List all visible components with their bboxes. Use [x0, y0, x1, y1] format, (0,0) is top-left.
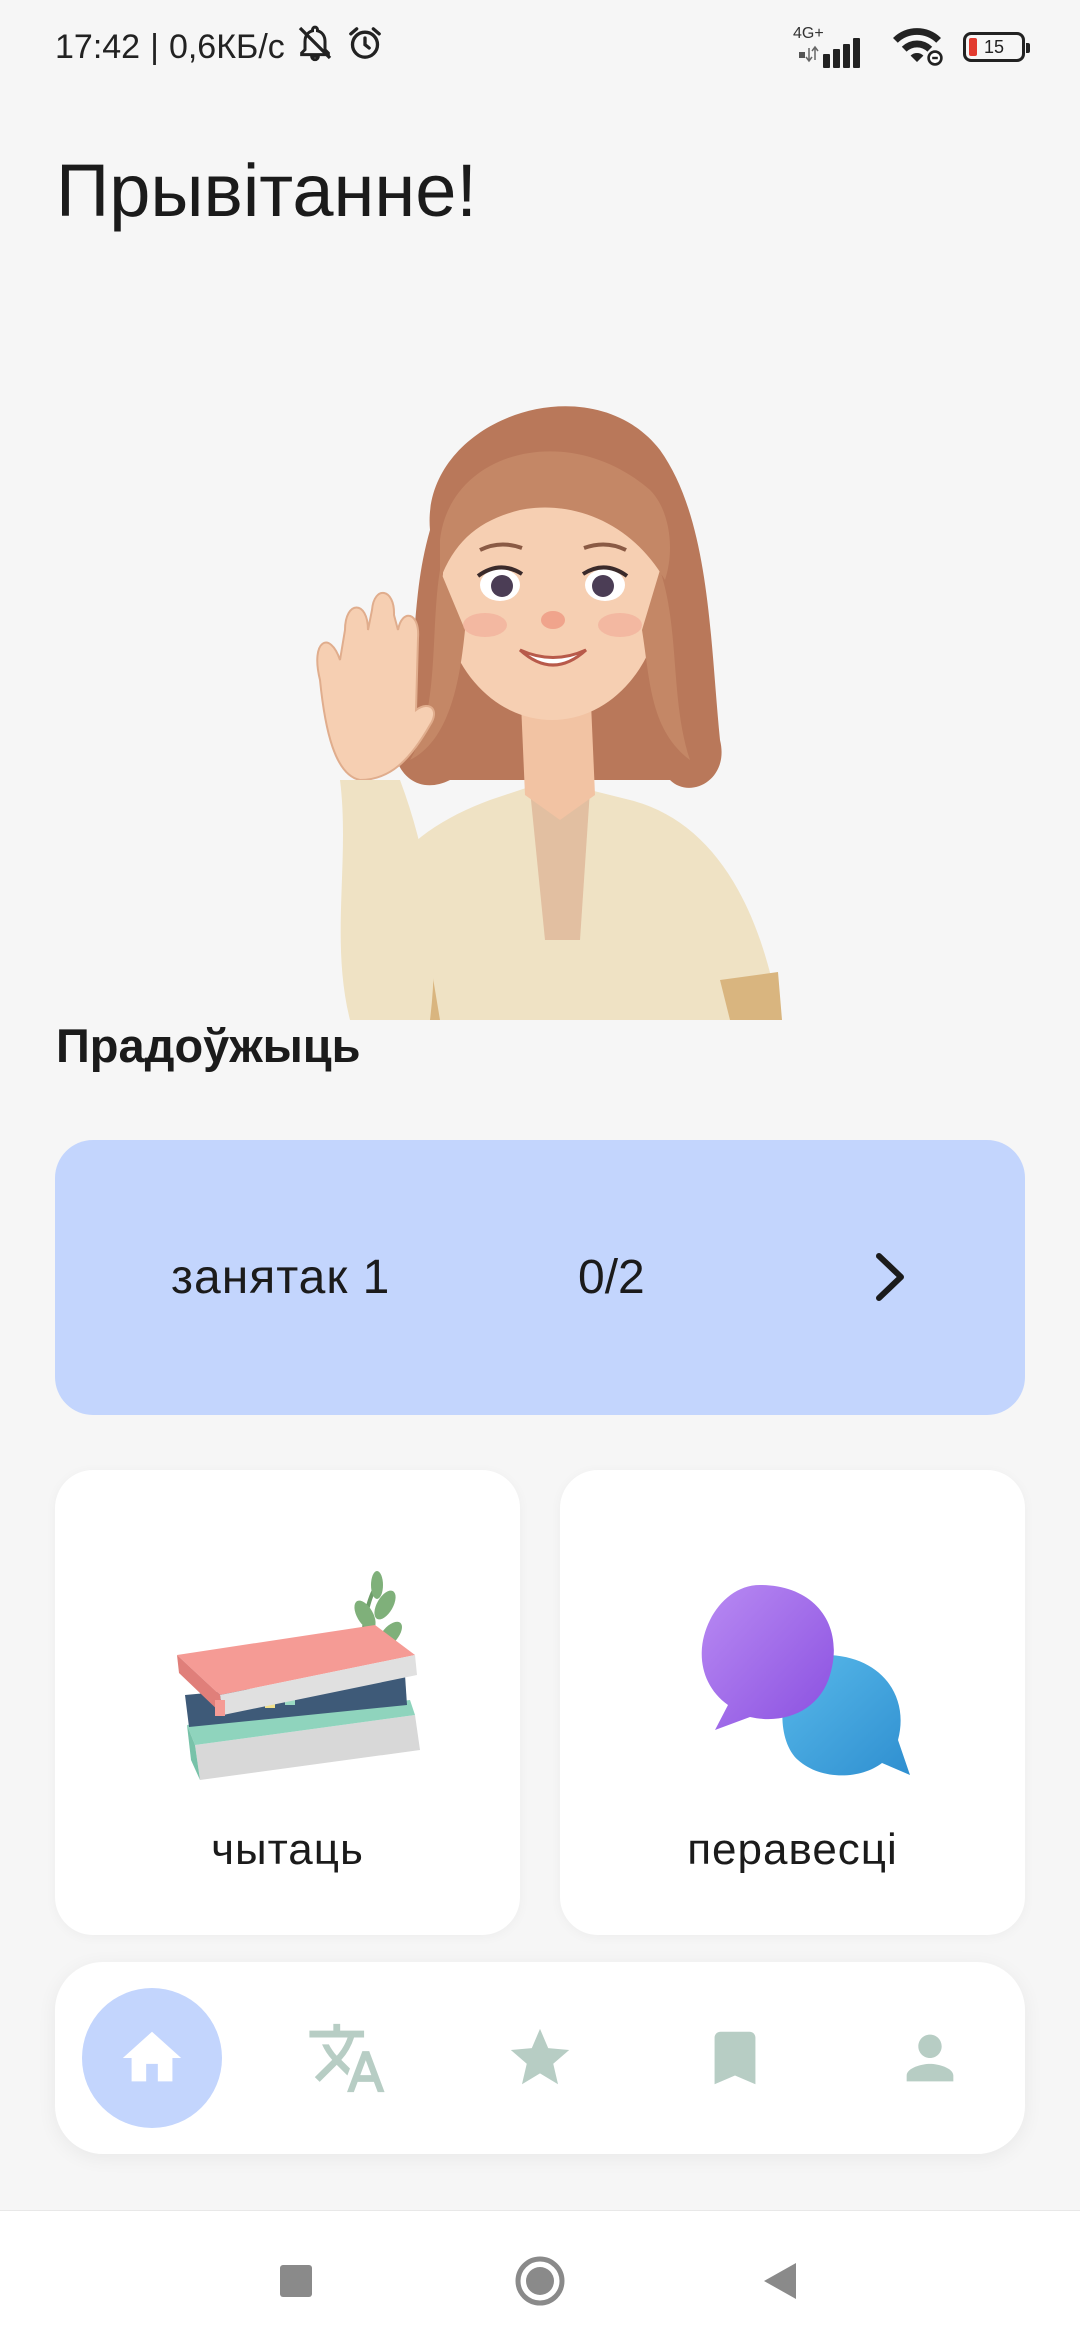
battery-icon: 15 [963, 32, 1030, 62]
nav-profile[interactable] [860, 1988, 1000, 2128]
read-tile-label: чытаць [211, 1825, 364, 1874]
system-navigation-bar [0, 2210, 1080, 2341]
continue-lesson-card[interactable]: занятак 1 0/2 [55, 1140, 1025, 1415]
lesson-progress: 0/2 [578, 1251, 645, 1304]
bookmark-icon [714, 2031, 756, 2085]
notifications-muted-icon [295, 23, 335, 72]
signal-icon: 4G+ [793, 22, 871, 72]
square-icon [280, 2265, 312, 2297]
battery-level: 15 [983, 36, 1005, 57]
star-icon [510, 2028, 570, 2085]
chat-bubbles-icon [701, 1585, 910, 1776]
nav-translate[interactable] [277, 1988, 417, 2128]
status-separator: | [150, 27, 159, 66]
alarm-icon [345, 23, 385, 72]
page-title: Прывітанне! [56, 149, 477, 232]
system-back-button[interactable] [750, 2251, 810, 2311]
status-bar: 17:42 | 0,6КБ/с 4G+ 15 [0, 0, 1080, 95]
translate-icon [309, 2023, 385, 2093]
nav-favorites[interactable] [470, 1988, 610, 2128]
continue-section-title: Прадоўжыць [56, 1019, 361, 1072]
chevron-right-icon [876, 1253, 904, 1301]
status-right: 4G+ 15 [793, 22, 1030, 72]
waving-girl-illustration [316, 406, 782, 1020]
lesson-name: занятак 1 [171, 1251, 391, 1304]
wifi-icon [891, 24, 943, 71]
battery-fill [969, 38, 977, 56]
recent-apps-button[interactable] [266, 2251, 326, 2311]
triangle-back-icon [764, 2263, 796, 2299]
status-left: 17:42 | 0,6КБ/с [55, 22, 385, 72]
translate-tile[interactable]: перавесці [560, 1470, 1025, 1935]
bottom-navigation [55, 1962, 1025, 2154]
home-icon [122, 2031, 182, 2082]
circle-icon [515, 2256, 565, 2306]
nav-home[interactable] [82, 1988, 222, 2128]
profile-icon [906, 2034, 954, 2082]
status-net-speed: 0,6КБ/с [168, 27, 285, 66]
status-time: 17:42 [55, 27, 141, 66]
system-home-button[interactable] [510, 2251, 570, 2311]
books-icon [177, 1571, 420, 1780]
translate-tile-label: перавесці [687, 1825, 898, 1874]
read-tile[interactable]: чытаць [55, 1470, 520, 1935]
nav-bookmarks[interactable] [665, 1988, 805, 2128]
